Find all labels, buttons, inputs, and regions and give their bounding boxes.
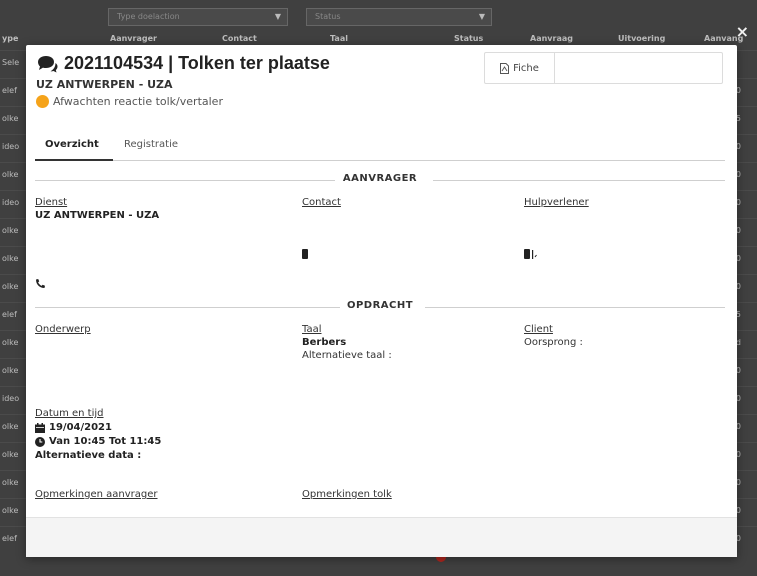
section-opdracht: OPDRACHT: [35, 300, 725, 314]
opmerkingen-aanvrager-label[interactable]: Opmerkingen aanvrager: [35, 489, 158, 500]
taal-value: Berbers: [302, 337, 347, 348]
active-tab-indicator: [35, 159, 113, 161]
row-type-text: olke: [2, 422, 19, 431]
close-icon[interactable]: ×: [736, 22, 749, 41]
calendar-icon: [35, 422, 45, 433]
row-type-text: elef: [2, 534, 17, 543]
col-header[interactable]: Contact: [222, 34, 257, 43]
status-filter-label: Status: [315, 12, 341, 21]
taal-label[interactable]: Taal: [302, 324, 322, 335]
time-value: Van 10:45 Tot 11:45: [49, 436, 162, 447]
chevron-down-icon: ▼: [478, 12, 485, 21]
mobile-phone-icon: [302, 249, 308, 259]
section-title: OPDRACHT: [346, 300, 414, 311]
alternatieve-taal-label: Alternatieve taal :: [302, 350, 392, 361]
tab-bar: Overzicht Registratie: [35, 135, 725, 161]
alternatieve-data-label: Alternatieve data :: [35, 450, 142, 461]
row-type-text: elef: [2, 86, 17, 95]
row-type-text: olke: [2, 338, 19, 347]
row-type-text: olke: [2, 254, 19, 263]
chevron-down-icon: ▼: [274, 12, 281, 21]
row-type-text: Sele: [2, 58, 20, 67]
row-type-text: olke: [2, 226, 19, 235]
col-header[interactable]: Uitvoering: [618, 34, 665, 43]
row-type-text: olke: [2, 282, 19, 291]
row-type-text: olke: [2, 450, 19, 459]
oorsprong-label: Oorsprong :: [524, 337, 583, 348]
row-type-text: elef: [2, 310, 17, 319]
section-aanvrager: AANVRAGER: [35, 173, 725, 187]
col-header[interactable]: Aanvrager: [110, 34, 157, 43]
status-indicator: [36, 95, 49, 108]
tab-overzicht[interactable]: Overzicht: [45, 139, 99, 150]
time-row: Van 10:45 Tot 11:45: [35, 436, 161, 447]
clock-icon: [35, 436, 45, 447]
row-type-text: ideo: [2, 198, 20, 207]
modal-title: 2021104534 | Tolken ter plaatse: [64, 53, 330, 73]
tab-registratie[interactable]: Registratie: [124, 139, 178, 150]
mobile-phone-icon: [524, 249, 537, 259]
row-type-text: ideo: [2, 394, 20, 403]
col-header[interactable]: ype: [2, 34, 18, 43]
row-type-text: olke: [2, 366, 19, 375]
status-row: Afwachten reactie tolk/vertaler: [36, 95, 223, 108]
row-type-text: olke: [2, 506, 19, 515]
datum-label[interactable]: Datum en tijd: [35, 408, 104, 419]
comments-icon: [38, 55, 58, 72]
modal-footer: [26, 517, 737, 557]
row-type-text: ideo: [2, 142, 20, 151]
section-title: AANVRAGER: [342, 173, 418, 184]
status-text: Afwachten reactie tolk/vertaler: [53, 95, 223, 108]
action-box: Fiche: [484, 52, 723, 84]
filter-row: Type doelaction ▼ Status ▼: [0, 6, 757, 28]
type-filter[interactable]: Type doelaction ▼: [108, 8, 288, 26]
phone-icon: [36, 279, 45, 288]
modal-subtitle: UZ ANTWERPEN - UZA: [36, 78, 173, 91]
modal-title-row: 2021104534 | Tolken ter plaatse: [36, 53, 330, 74]
date-row: 19/04/2021: [35, 422, 112, 433]
contact-label[interactable]: Contact: [302, 197, 341, 208]
fiche-label: Fiche: [513, 62, 539, 74]
fiche-button[interactable]: Fiche: [485, 53, 555, 83]
row-type-text: olke: [2, 478, 19, 487]
date-value: 19/04/2021: [49, 422, 112, 433]
hulpverlener-label[interactable]: Hulpverlener: [524, 197, 589, 208]
onderwerp-label[interactable]: Onderwerp: [35, 324, 91, 335]
dienst-label[interactable]: Dienst: [35, 197, 67, 208]
col-header[interactable]: Status: [454, 34, 483, 43]
client-label[interactable]: Client: [524, 324, 553, 335]
status-filter[interactable]: Status ▼: [306, 8, 492, 26]
request-modal: 2021104534 | Tolken ter plaatse UZ ANTWE…: [26, 45, 737, 557]
dienst-value: UZ ANTWERPEN - UZA: [35, 210, 160, 221]
type-filter-label: Type doelaction: [117, 12, 180, 21]
pdf-file-icon: [500, 62, 510, 74]
row-type-text: olke: [2, 170, 19, 179]
opmerkingen-tolk-label[interactable]: Opmerkingen tolk: [302, 489, 392, 500]
col-header[interactable]: Taal: [330, 34, 348, 43]
col-header[interactable]: Aanvraag: [530, 34, 573, 43]
row-type-text: olke: [2, 114, 19, 123]
